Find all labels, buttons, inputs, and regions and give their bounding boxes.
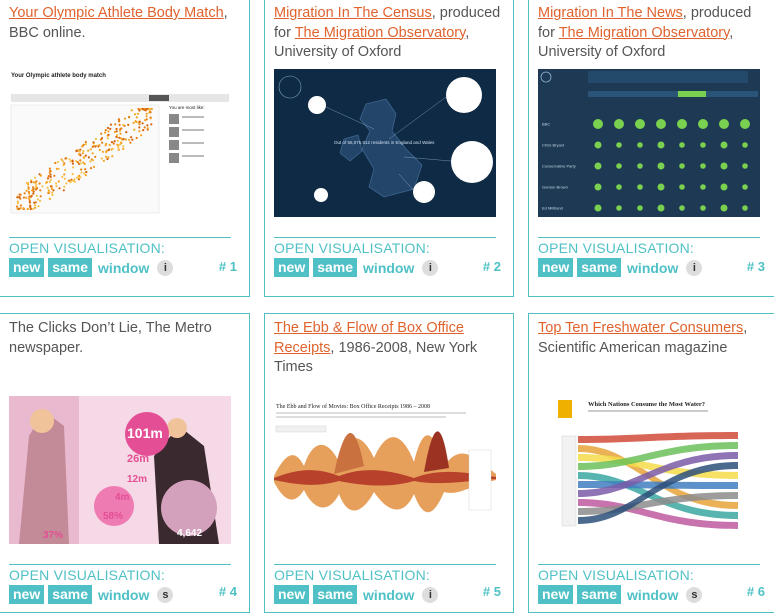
info-icon[interactable]: i [422,259,439,276]
new-window-button[interactable]: new [538,585,574,604]
svg-text:Out of 56,075,912 residents in: Out of 56,075,912 residents in England a… [334,140,435,145]
thumbnail-image[interactable]: BBC Chris Bryant Conservative Party Gordon … [538,69,760,217]
svg-text:Chris Bryant: Chris Bryant [542,143,565,148]
info-icon[interactable]: i [422,586,439,603]
svg-text:101m: 101m [127,425,163,441]
svg-text:BBC: BBC [542,122,550,127]
svg-text:58%: 58% [103,511,123,522]
same-window-button[interactable]: same [577,258,622,277]
thumbnail-image[interactable]: Out of 56,075,912 residents in England a… [274,69,496,217]
visualisation-card-2: Migration In The Census, produced for Th… [264,0,514,297]
card-description: Top Ten Freshwater Consumers, Scientific… [538,319,769,358]
new-window-button[interactable]: new [538,258,574,277]
card-number: # 5 [482,584,501,599]
visualisation-card-6: Top Ten Freshwater Consumers, Scientific… [528,313,774,613]
same-window-button[interactable]: same [313,585,358,604]
visualisation-card-3: Migration In The News, produced for The … [528,0,774,297]
visualisation-card-5: The Ebb & Flow of Box Office Receipts, 1… [264,313,514,613]
visualisation-card-1: Your Olympic Athlete Body Match, BBC onl… [0,0,250,297]
card-description: Migration In The Census, produced for Th… [274,4,505,63]
source-link[interactable]: The Migration Observatory [295,25,466,41]
info-icon[interactable]: i [686,259,703,276]
svg-text:Ed Miliband: Ed Miliband [542,206,563,211]
card-number: # 1 [218,259,237,274]
new-window-button[interactable]: new [9,258,45,277]
open-visualisation-label: OPEN VISUALISATION: [274,240,431,256]
svg-text:You are most like:: You are most like: [169,105,205,110]
svg-text:4,642: 4,642 [177,528,202,539]
window-label: window [363,586,415,603]
info-icon[interactable]: i [157,259,174,276]
card-description: The Ebb & Flow of Box Office Receipts, 1… [274,319,505,378]
svg-text:Conservative Party: Conservative Party [542,164,576,169]
thumbnail-image[interactable]: 101m 26m 12m 4m 58% 37% 4,642 [9,396,231,544]
info-icon[interactable]: s [157,586,174,603]
svg-text:26m: 26m [127,453,149,465]
card-number: # 4 [218,584,237,599]
card-description: The Clicks Don’t Lie, The Metro newspape… [9,319,241,358]
window-label: window [627,586,679,603]
svg-text:37%: 37% [43,530,63,541]
open-visualisation-label: OPEN VISUALISATION: [538,567,695,583]
same-window-button[interactable]: same [48,585,93,604]
thumbnail-image[interactable]: Which Nations Consume the Most Water? [538,396,760,544]
thumbnail-image[interactable]: The Ebb and Flow of Movies: Box Office R… [274,396,496,544]
visualisation-title-link[interactable]: Migration In The Census [274,5,432,21]
card-number: # 2 [482,259,501,274]
info-icon[interactable]: s [686,586,703,603]
svg-text:The Ebb and Flow of Movies: Bo: The Ebb and Flow of Movies: Box Office R… [276,403,430,410]
visualisation-title-link[interactable]: Your Olympic Athlete Body Match [9,5,224,21]
open-visualisation-label: OPEN VISUALISATION: [9,240,166,256]
visualisation-card-4: The Clicks Don’t Lie, The Metro newspape… [0,313,250,613]
svg-text:4m: 4m [115,492,130,503]
svg-text:Gordon Brown: Gordon Brown [542,185,568,190]
new-window-button[interactable]: new [9,585,45,604]
svg-text:Your Olympic athlete body matc: Your Olympic athlete body match [11,73,106,79]
new-window-button[interactable]: new [274,258,310,277]
card-number: # 6 [746,584,765,599]
open-visualisation-label: OPEN VISUALISATION: [274,567,431,583]
open-visualisation-label: OPEN VISUALISATION: [538,240,695,256]
window-label: window [98,586,150,603]
visualisation-title-link[interactable]: Top Ten Freshwater Consumers [538,320,743,336]
svg-text:12m: 12m [127,474,147,485]
source-text: The Clicks Don’t Lie, The Metro newspape… [9,320,212,356]
visualisation-title-link[interactable]: Migration In The News [538,5,683,21]
window-label: window [627,259,679,276]
svg-text:Which Nations Consume the Most: Which Nations Consume the Most Water? [588,401,705,408]
card-number: # 3 [746,259,765,274]
same-window-button[interactable]: same [313,258,358,277]
card-description: Your Olympic Athlete Body Match, BBC onl… [9,4,241,43]
card-description: Migration In The News, produced for The … [538,4,769,63]
window-label: window [363,259,415,276]
new-window-button[interactable]: new [274,585,310,604]
open-visualisation-label: OPEN VISUALISATION: [9,567,166,583]
source-link[interactable]: The Migration Observatory [559,25,730,41]
same-window-button[interactable]: same [577,585,622,604]
same-window-button[interactable]: same [48,258,93,277]
window-label: window [98,259,150,276]
thumbnail-image[interactable]: Your Olympic athlete body match You are … [9,69,231,217]
